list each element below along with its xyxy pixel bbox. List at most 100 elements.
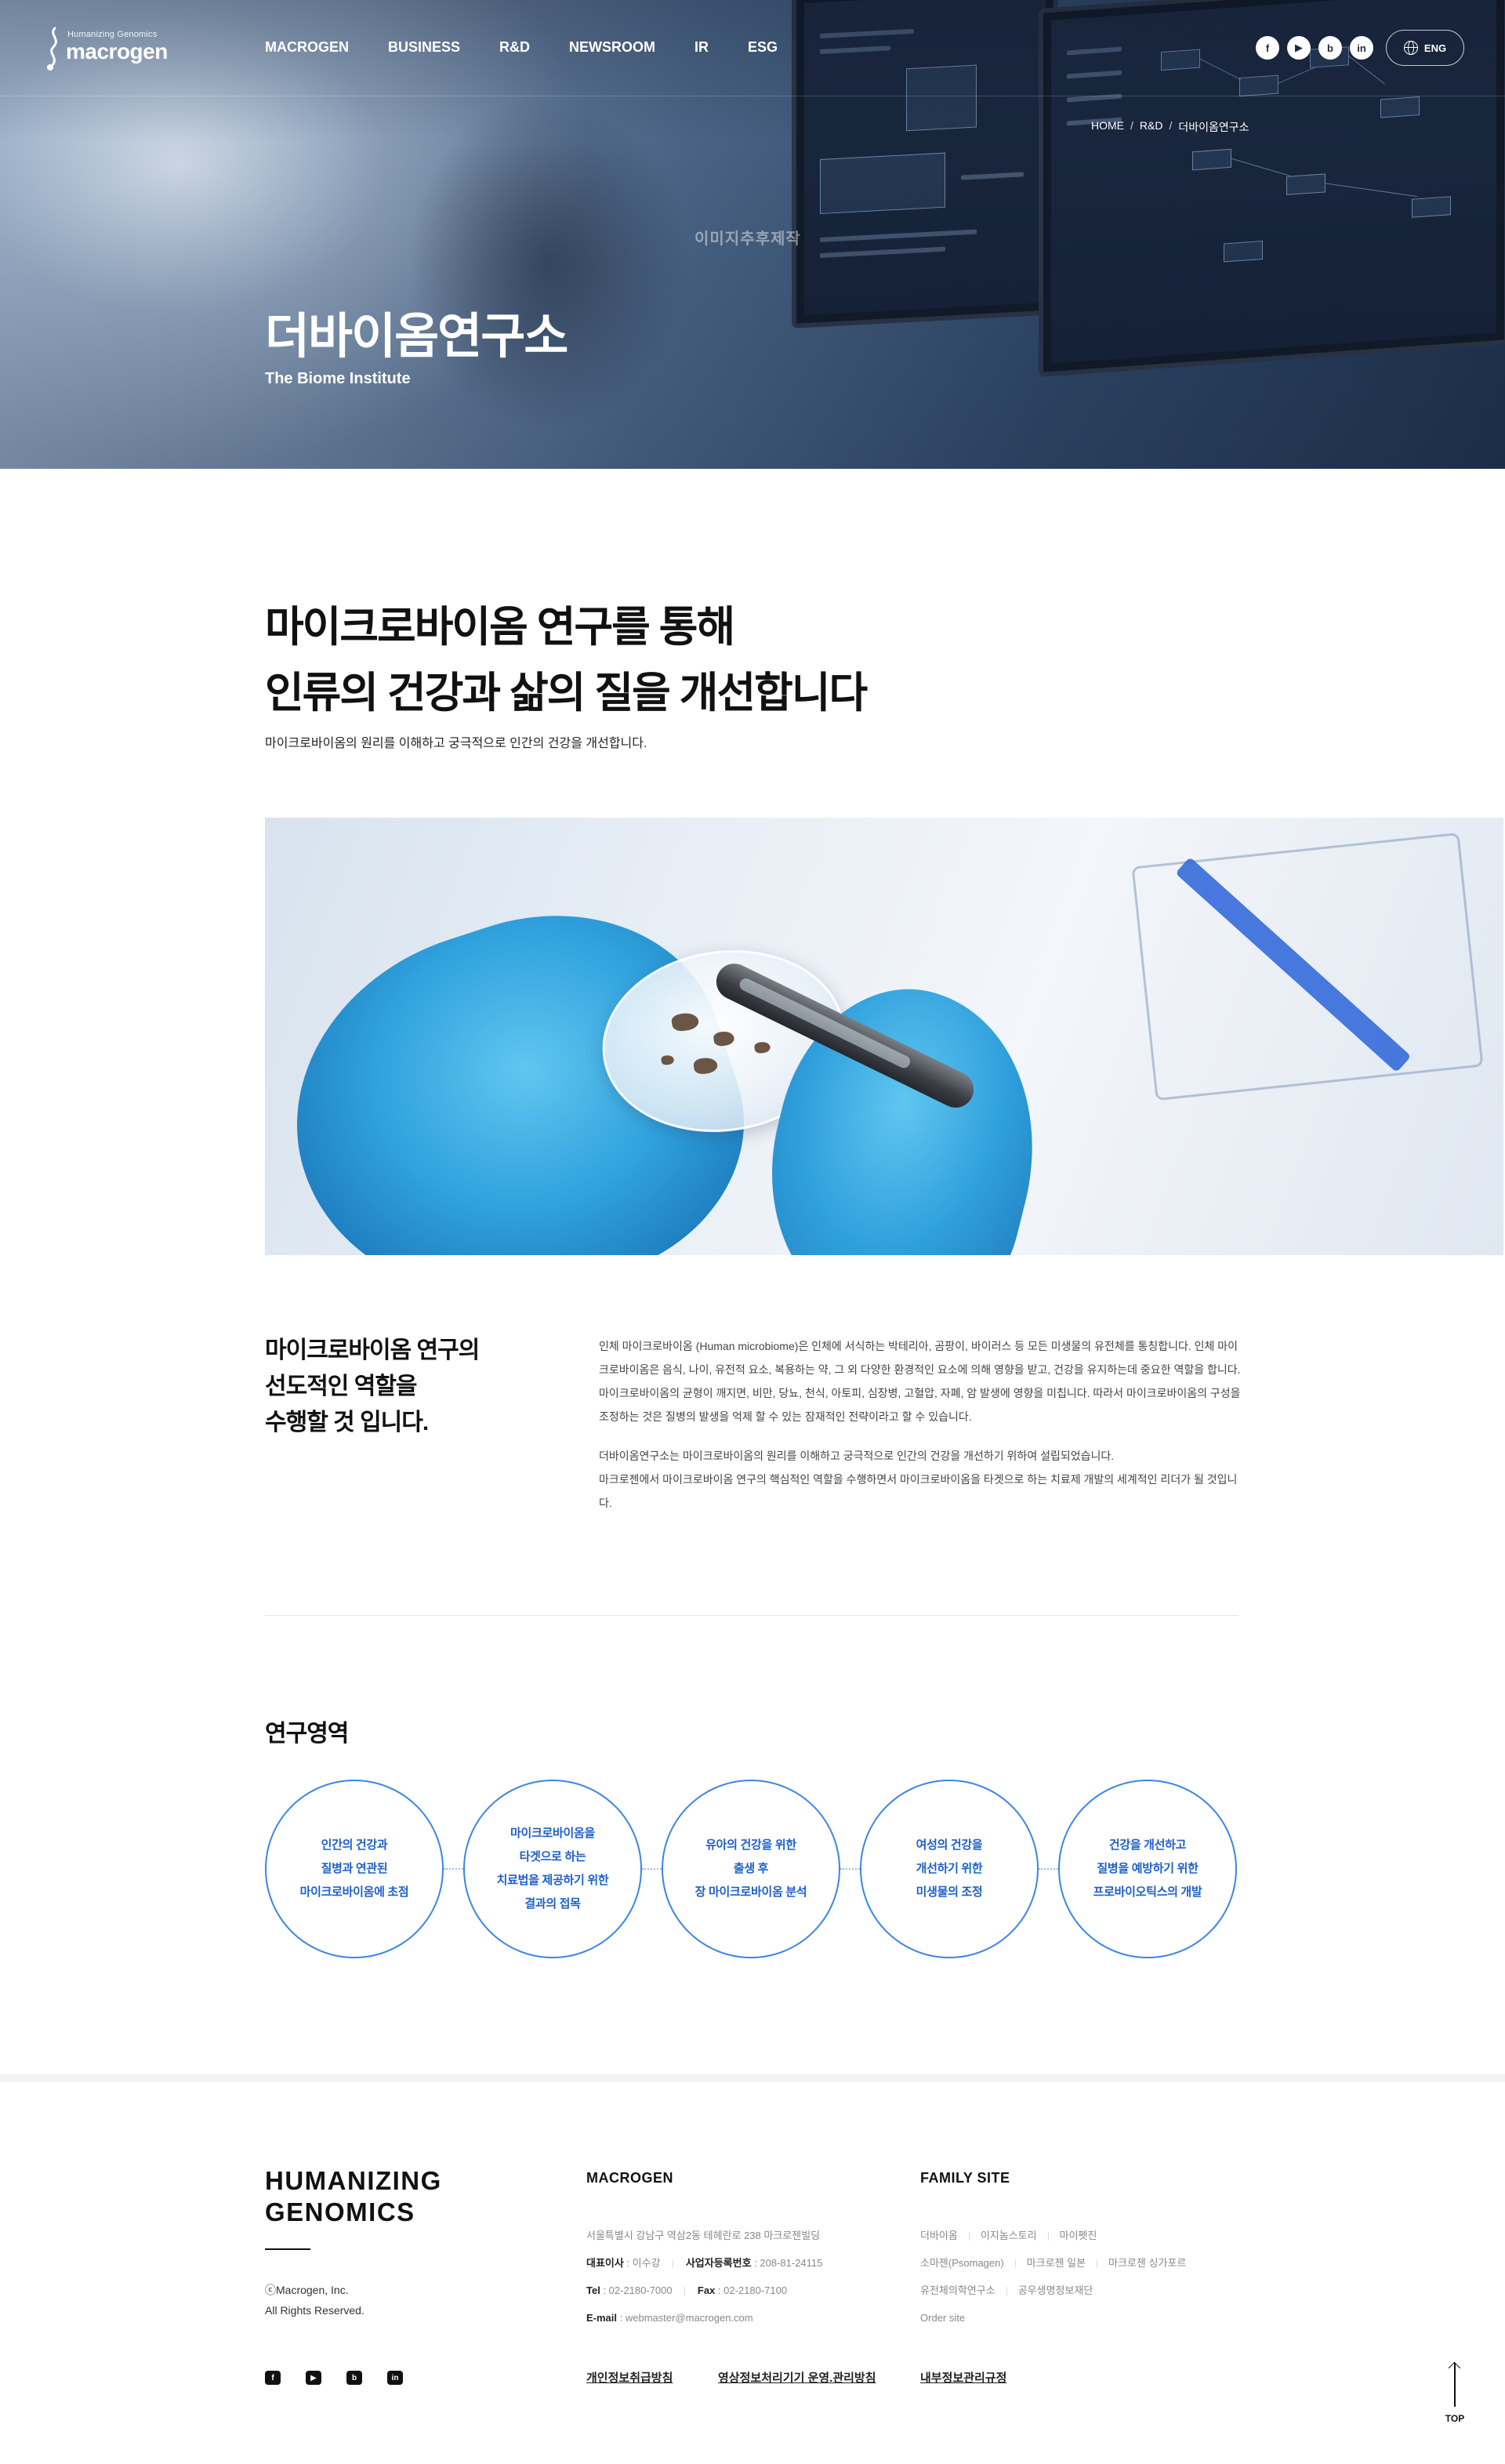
- family-separator: [1006, 2287, 1007, 2296]
- research-area-line: 출생 후: [733, 1862, 769, 1875]
- blog-icon[interactable]: b: [1318, 36, 1342, 60]
- research-area-line: 마이크로바이옴을: [510, 1827, 595, 1840]
- family-separator: [968, 2232, 970, 2241]
- bizno-label: 사업자등록번호: [685, 2257, 752, 2269]
- footer-ceo-bizno: 대표이사 : 이수강 사업자등록번호 : 208-81-24115: [586, 2249, 822, 2277]
- research-area-line: 마이크로바이옴에 초점: [299, 1885, 409, 1899]
- linkedin-icon[interactable]: in: [1350, 36, 1373, 60]
- research-area-line: 결과의 접목: [524, 1897, 581, 1911]
- research-area-text: 여성의 건강을 개선하기 위한 미생물의 조정: [916, 1834, 983, 1904]
- family-site-list: 더바이옴 이지놈스토리 마이펫진 소마젠(Psomagen) 마크로젠 일본 마크로젠 …: [920, 2222, 1186, 2332]
- footer-tel-fax: Tel : 02-2180-7000 Fax : 02-2180-7100: [586, 2277, 822, 2304]
- family-site-link[interactable]: 소마젠(Psomagen): [920, 2257, 1004, 2269]
- tel-label: Tel: [586, 2284, 600, 2296]
- nav-item-rnd[interactable]: R&D: [499, 39, 530, 56]
- research-areas: 인간의 건강과 질병과 연관된 마이크로바이옴에 초점 마이크로바이옴을 타겟으…: [265, 1780, 1238, 1958]
- cctv-policy-link[interactable]: 영상정보처리기기 운영.관리방침: [718, 2369, 876, 2386]
- research-area-line: 질병을 예방하기 위한: [1097, 1862, 1199, 1875]
- family-site-link[interactable]: Order site: [920, 2312, 965, 2324]
- research-area-line: 질병과 연관된: [321, 1862, 388, 1875]
- breadcrumb-rnd[interactable]: R&D: [1140, 119, 1163, 135]
- page-subtitle: The Biome Institute: [265, 370, 411, 387]
- section-divider: [265, 1615, 1238, 1616]
- breadcrumb-separator: /: [1130, 119, 1133, 132]
- family-site-row: 소마젠(Psomagen) 마크로젠 일본 마크로젠 싱가포르: [920, 2249, 1186, 2277]
- internal-info-policy-link[interactable]: 내부정보관리규정: [920, 2369, 1006, 2386]
- tel-value: : 02-2180-7000: [600, 2284, 673, 2296]
- globe-icon: [1403, 41, 1418, 55]
- research-area-line: 미생물의 조정: [916, 1885, 983, 1899]
- research-area-line: 건강을 개선하고: [1108, 1838, 1187, 1852]
- nav-item-ir[interactable]: IR: [694, 39, 709, 56]
- research-area-line: 프로바이오틱스의 개발: [1093, 1885, 1202, 1899]
- email-value[interactable]: : webmaster@macrogen.com: [617, 2312, 753, 2324]
- lab-photo: [265, 818, 1503, 1255]
- family-site-link[interactable]: 유전체의학연구소: [920, 2284, 995, 2296]
- family-site-row: 더바이옴 이지놈스토리 마이펫진: [920, 2222, 1186, 2249]
- ceo-label: 대표이사: [586, 2257, 624, 2269]
- hero-banner: Humanizing Genomics macrogen MACROGEN BU…: [0, 0, 1505, 469]
- family-site-row: Order site: [920, 2304, 1186, 2332]
- footer-macrogen-title: MACROGEN: [586, 2170, 673, 2186]
- family-site-link[interactable]: 마크로젠 일본: [1027, 2257, 1086, 2269]
- research-areas-title: 연구영역: [265, 1721, 349, 1747]
- language-button[interactable]: ENG: [1386, 30, 1464, 66]
- nav-item-macrogen[interactable]: MACROGEN: [265, 39, 349, 56]
- arrow-up-icon: [1454, 2363, 1456, 2407]
- nav-item-business[interactable]: BUSINESS: [388, 39, 460, 56]
- youtube-icon[interactable]: ▶: [306, 2371, 321, 2385]
- footer-email: E-mail : webmaster@macrogen.com: [586, 2304, 822, 2332]
- footer-address: 서울특별시 강남구 역삼2동 테헤란로 238 마크로젠빌딩: [586, 2230, 821, 2241]
- facebook-icon[interactable]: f: [1256, 36, 1279, 60]
- nav-item-esg[interactable]: ESG: [748, 39, 778, 56]
- fax-value: : 02-2180-7100: [715, 2284, 788, 2296]
- family-site-link[interactable]: 공우생명정보재단: [1018, 2284, 1093, 2296]
- family-site-link[interactable]: 마이펫진: [1060, 2230, 1097, 2241]
- role-heading-line-2: 선도적인 역할을: [265, 1374, 418, 1399]
- role-paragraph-2a: 더바이옴연구소는 마이크로바이옴의 원리를 이해하고 궁극적으로 인간의 건강을…: [599, 1450, 1115, 1462]
- circle-connector: [840, 1868, 860, 1870]
- privacy-policy-link[interactable]: 개인정보취급방침: [586, 2369, 673, 2386]
- youtube-icon[interactable]: ▶: [1287, 36, 1311, 60]
- footer-family-title: FAMILY SITE: [920, 2170, 1010, 2186]
- family-site-row: 유전체의학연구소 공우생명정보재단: [920, 2277, 1186, 2304]
- role-paragraph-2b: 마크로젠에서 마이크로바이옴 연구의 핵심적인 역할을 수행하면서 마이크로바이…: [599, 1473, 1238, 1509]
- page-title: 더바이옴연구소: [265, 310, 568, 364]
- footer-company-info: 서울특별시 강남구 역삼2동 테헤란로 238 마크로젠빌딩 대표이사 : 이수…: [586, 2222, 822, 2332]
- family-site-link[interactable]: 더바이옴: [920, 2230, 958, 2241]
- logo-name: macrogen: [66, 39, 168, 64]
- language-label: ENG: [1423, 42, 1447, 54]
- research-area-line: 개선하기 위한: [916, 1862, 983, 1875]
- nav-item-newsroom[interactable]: NEWSROOM: [569, 39, 655, 56]
- email-label: E-mail: [586, 2312, 618, 2324]
- role-heading-line-3: 수행할 것 입니다.: [265, 1410, 429, 1435]
- facebook-icon[interactable]: f: [265, 2371, 281, 2385]
- image-placeholder-watermark: 이미지추후제작: [694, 230, 801, 248]
- scroll-top-button[interactable]: TOP: [1439, 2363, 1471, 2426]
- family-site-link[interactable]: 마크로젠 싱가포르: [1108, 2257, 1186, 2269]
- header-sns: f ▶ b in: [1256, 36, 1373, 60]
- circle-connector: [1039, 1868, 1058, 1870]
- research-area-text: 유아의 건강을 위한 출생 후 장 마이크로바이옴 분석: [695, 1834, 807, 1904]
- copyright-line-2: All Rights Reserved.: [265, 2304, 364, 2317]
- macrogen-logo[interactable]: Humanizing Genomics macrogen: [39, 24, 172, 74]
- role-text: 인체 마이크로바이옴 (Human microbiome)은 인체에 서식하는 …: [599, 1334, 1242, 1530]
- role-paragraph-1: 인체 마이크로바이옴 (Human microbiome)은 인체에 서식하는 …: [599, 1340, 1241, 1423]
- linkedin-icon[interactable]: in: [387, 2371, 403, 2385]
- breadcrumb-separator: /: [1169, 119, 1173, 132]
- breadcrumb-home[interactable]: HOME: [1091, 119, 1124, 135]
- main-nav: MACROGEN BUSINESS R&D NEWSROOM IR ESG: [265, 39, 817, 56]
- family-site-link[interactable]: 이지놈스토리: [981, 2230, 1037, 2241]
- fax-label: Fax: [697, 2284, 716, 2296]
- research-area-line: 유아의 건강을 위한: [705, 1838, 796, 1852]
- intro-description: 마이크로바이옴의 원리를 이해하고 궁극적으로 인간의 건강을 개선합니다.: [265, 737, 647, 750]
- intro-headline-line-2: 인류의 건강과 삶의 질을 개선합니다: [265, 670, 868, 717]
- research-area-text: 인간의 건강과 질병과 연관된 마이크로바이옴에 초점: [300, 1834, 409, 1904]
- role-heading-line-1: 마이크로바이옴 연구의: [265, 1337, 480, 1363]
- copyright-line-1: ⓒMacrogen, Inc.: [265, 2284, 349, 2296]
- footer-sns: f ▶ b in: [265, 2371, 403, 2385]
- blog-icon[interactable]: b: [346, 2371, 362, 2385]
- circle-connector: [444, 1868, 463, 1870]
- ceo-value: : 이수강: [623, 2257, 661, 2269]
- family-separator: [1047, 2232, 1049, 2241]
